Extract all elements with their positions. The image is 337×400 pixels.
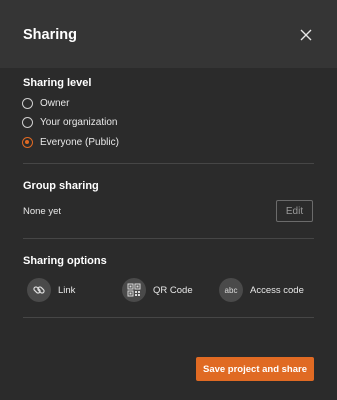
qr-code-icon	[122, 278, 146, 302]
divider	[23, 163, 314, 164]
dialog-title: Sharing	[23, 27, 77, 43]
radio-owner[interactable]: Owner	[22, 95, 69, 111]
radio-everyone-public-label: Everyone (Public)	[40, 136, 119, 148]
link-option[interactable]: Link	[27, 277, 75, 303]
abc-icon: abc	[219, 278, 243, 302]
link-icon	[27, 278, 51, 302]
abc-icon-text: abc	[224, 285, 238, 295]
dialog-content: Sharing level Owner Your organization Ev…	[0, 68, 337, 400]
close-icon	[300, 29, 312, 41]
access-code-option[interactable]: abc Access code	[219, 277, 304, 303]
qr-code-option[interactable]: QR Code	[122, 277, 193, 303]
dialog-header: Sharing	[0, 0, 337, 68]
radio-your-organization-label: Your organization	[40, 116, 118, 128]
radio-owner-label: Owner	[40, 97, 70, 109]
sharing-options-heading: Sharing options	[23, 255, 107, 267]
radio-everyone-public[interactable]: Everyone (Public)	[22, 134, 119, 150]
edit-button[interactable]: Edit	[276, 200, 313, 222]
access-code-label: Access code	[250, 284, 304, 296]
close-button[interactable]	[297, 26, 315, 44]
group-sharing-heading: Group sharing	[23, 180, 99, 192]
radio-your-organization[interactable]: Your organization	[22, 114, 117, 130]
sharing-level-heading: Sharing level	[23, 77, 92, 89]
radio-owner-circle[interactable]	[22, 97, 33, 109]
save-project-and-share-button[interactable]: Save project and share	[196, 357, 314, 381]
group-sharing-status: None yet	[23, 206, 62, 217]
radio-everyone-public-circle[interactable]	[22, 136, 33, 148]
link-label: Link	[58, 284, 76, 296]
radio-your-organization-circle[interactable]	[22, 116, 33, 128]
divider	[23, 317, 314, 318]
qr-code-label: QR Code	[153, 284, 193, 296]
divider	[23, 238, 314, 239]
